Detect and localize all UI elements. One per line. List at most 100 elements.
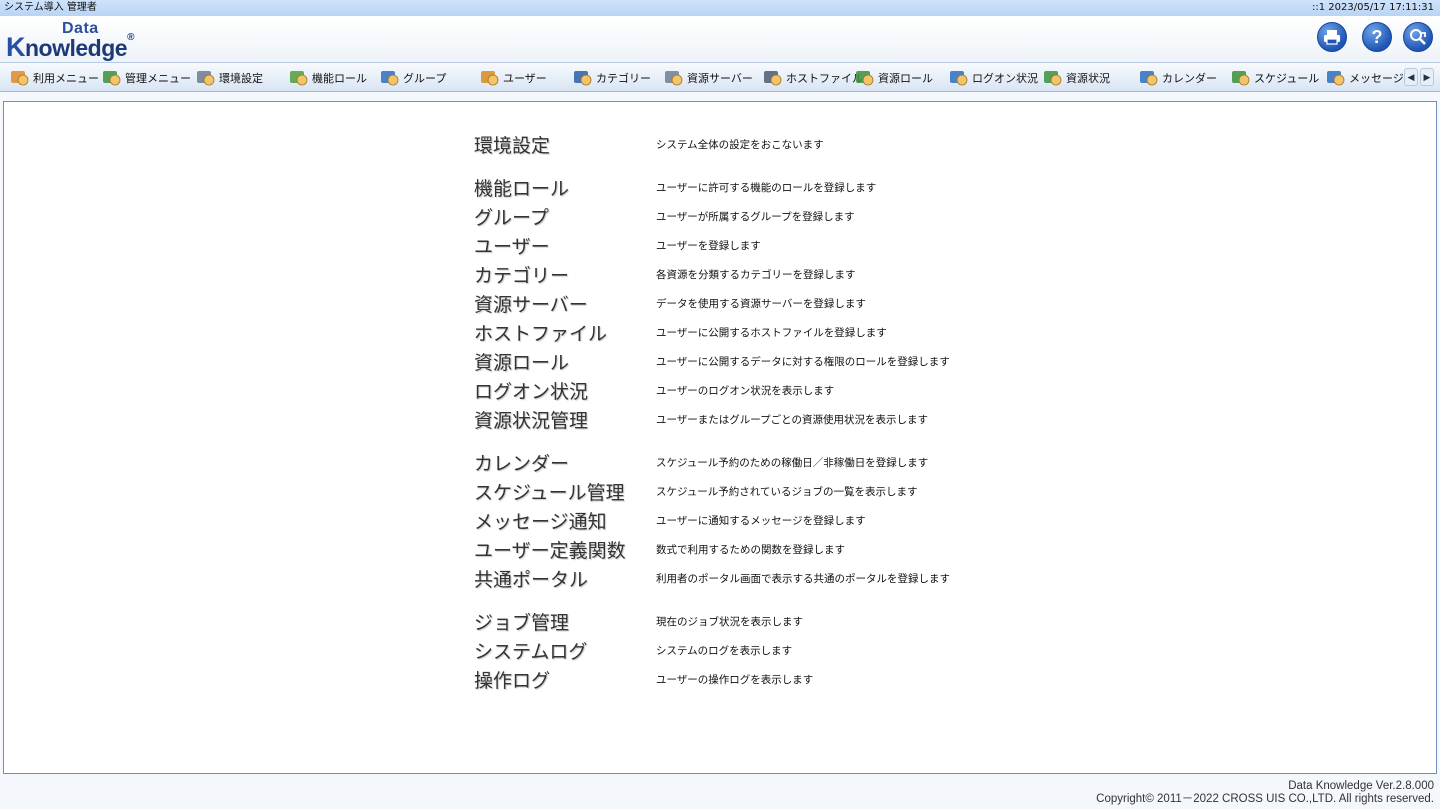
menu-item-link[interactable]: ユーザー定義関数 bbox=[474, 536, 656, 563]
toolbar-item[interactable]: グループ bbox=[380, 66, 446, 90]
schedule-icon bbox=[1231, 69, 1251, 87]
menu-item-description: システム全体の設定をおこないます bbox=[656, 139, 824, 151]
menu-item-link[interactable]: システムログ bbox=[474, 637, 656, 664]
menu-item-link[interactable]: 環境設定 bbox=[474, 131, 656, 158]
menu-item-link[interactable]: スケジュール管理 bbox=[474, 478, 656, 505]
toolbar-item[interactable]: 環境設定 bbox=[196, 66, 263, 90]
toolbar-item-label: メッセージ bbox=[1349, 72, 1404, 85]
menu-item-description: ユーザーの操作ログを表示します bbox=[656, 674, 814, 686]
menu-item[interactable]: 機能ロール ユーザーに許可する機能のロールを登録します bbox=[474, 173, 876, 202]
host-file-icon bbox=[763, 69, 783, 87]
scroll-right-button[interactable]: ▶ bbox=[1420, 68, 1434, 86]
menu-item[interactable]: カレンダー スケジュール予約のための稼働日／非稼働日を登録します bbox=[474, 448, 928, 477]
toolbar-item[interactable]: 管理メニュー bbox=[102, 66, 191, 90]
toolbar-item-label: カレンダー bbox=[1162, 72, 1217, 85]
user-icon bbox=[480, 69, 500, 87]
menu-item-description: ユーザーが所属するグループを登録します bbox=[656, 211, 855, 223]
menu-item-description: ユーザーまたはグループごとの資源使用状況を表示します bbox=[656, 414, 929, 426]
menu-item[interactable]: 資源状況管理 ユーザーまたはグループごとの資源使用状況を表示します bbox=[474, 405, 928, 434]
menu-item-link[interactable]: 資源サーバー bbox=[474, 290, 656, 317]
menu-item[interactable]: ログオン状況 ユーザーのログオン状況を表示します bbox=[474, 376, 834, 405]
scroll-left-button[interactable]: ◀ bbox=[1404, 68, 1418, 86]
menu-item-link[interactable]: 共通ポータル bbox=[474, 565, 656, 592]
toolbar-item-label: 資源ロール bbox=[878, 72, 933, 85]
menu-item[interactable]: システムログ システムのログを表示します bbox=[474, 636, 792, 665]
menu-item-link[interactable]: カレンダー bbox=[474, 449, 656, 476]
menu-item-description: 各資源を分類するカテゴリーを登録します bbox=[656, 269, 856, 281]
menu-item-description: ユーザーに通知するメッセージを登録します bbox=[656, 515, 866, 527]
menu-item-link[interactable]: カテゴリー bbox=[474, 261, 656, 288]
menu-item-link[interactable]: ユーザー bbox=[474, 232, 656, 259]
data-knowledge-logo: Data Knowledge® bbox=[6, 20, 156, 62]
toolbar-item-label: 機能ロール bbox=[312, 72, 367, 85]
toolbar-item-label: 資源状況 bbox=[1066, 72, 1110, 85]
logout-icon bbox=[1410, 29, 1426, 45]
menu-item[interactable]: 資源サーバー データを使用する資源サーバーを登録します bbox=[474, 289, 866, 318]
toolbar-item[interactable]: メッセージ bbox=[1326, 66, 1404, 90]
toolbar-item[interactable]: 利用メニュー bbox=[10, 66, 99, 90]
menu-item-link[interactable]: メッセージ通知 bbox=[474, 507, 656, 534]
menu-item[interactable]: スケジュール管理 スケジュール予約されているジョブの一覧を表示します bbox=[474, 477, 917, 506]
group-icon bbox=[380, 69, 400, 87]
menu-item[interactable]: 環境設定 システム全体の設定をおこないます bbox=[474, 130, 824, 159]
menu-item[interactable]: 共通ポータル 利用者のポータル画面で表示する共通のポータルを登録します bbox=[474, 564, 950, 593]
logon-status-icon bbox=[949, 69, 969, 87]
toolbar-item-label: カテゴリー bbox=[596, 72, 651, 85]
toolbar-item-label: 管理メニュー bbox=[125, 72, 191, 85]
menu-item-description: スケジュール予約のための稼働日／非稼働日を登録します bbox=[656, 457, 929, 469]
toolbar-item[interactable]: ログオン状況 bbox=[949, 66, 1038, 90]
menu-item-link[interactable]: 資源ロール bbox=[474, 348, 656, 375]
category-icon bbox=[573, 69, 593, 87]
admin-menu-panel: 環境設定 システム全体の設定をおこないます 機能ロール ユーザーに許可する機能のロール… bbox=[3, 101, 1437, 774]
toolbar-item-label: スケジュール bbox=[1254, 72, 1320, 85]
menu-item-description: ユーザーに公開するホストファイルを登録します bbox=[656, 327, 887, 339]
status-bar: システム導入 管理者 ::1 2023/05/17 17:11:31 bbox=[0, 0, 1440, 16]
admin-menu-icon bbox=[102, 69, 122, 87]
toolbar-item-label: グループ bbox=[403, 72, 447, 85]
menu-item[interactable]: 資源ロール ユーザーに公開するデータに対する権限のロールを登録します bbox=[474, 347, 950, 376]
toolbar-scroll: ◀ ▶ bbox=[1404, 68, 1434, 86]
menu-item[interactable]: メッセージ通知 ユーザーに通知するメッセージを登録します bbox=[474, 506, 866, 535]
menu-item-link[interactable]: ホストファイル bbox=[474, 319, 656, 346]
menu-item[interactable]: ユーザー ユーザーを登録します bbox=[474, 231, 761, 260]
toolbar-item[interactable]: 資源ロール bbox=[855, 66, 933, 90]
toolbar-item-label: 環境設定 bbox=[219, 72, 263, 85]
menu-item-description: ユーザーに公開するデータに対する権限のロールを登録します bbox=[656, 356, 950, 368]
menu-item-link[interactable]: 資源状況管理 bbox=[474, 406, 656, 433]
settings-gear-icon bbox=[196, 69, 216, 87]
toolbar-item[interactable]: カテゴリー bbox=[573, 66, 651, 90]
main-toolbar: ◀ ▶ 利用メニュー 管理メニュー 環境設定 機能ロール グループ ユーザー カテゴリー 資源… bbox=[0, 62, 1440, 92]
toolbar-item[interactable]: 機能ロール bbox=[289, 66, 367, 90]
function-role-icon bbox=[289, 69, 309, 87]
menu-item-description: 利用者のポータル画面で表示する共通のポータルを登録します bbox=[656, 573, 950, 585]
print-button[interactable] bbox=[1317, 22, 1347, 52]
server-clock: ::1 2023/05/17 17:11:31 bbox=[1311, 2, 1434, 13]
resource-status-icon bbox=[1043, 69, 1063, 87]
user-menu-icon bbox=[10, 69, 30, 87]
resource-role-icon bbox=[855, 69, 875, 87]
menu-item-link[interactable]: ログオン状況 bbox=[474, 377, 656, 404]
toolbar-item[interactable]: ユーザー bbox=[480, 66, 547, 90]
toolbar-item[interactable]: 資源サーバー bbox=[664, 66, 753, 90]
menu-item[interactable]: ジョブ管理 現在のジョブ状況を表示します bbox=[474, 607, 803, 636]
menu-item-link[interactable]: グループ bbox=[474, 203, 656, 230]
toolbar-item[interactable]: スケジュール bbox=[1231, 66, 1319, 90]
menu-item-description: ユーザーに許可する機能のロールを登録します bbox=[656, 182, 877, 194]
menu-item[interactable]: ユーザー定義関数 数式で利用するための関数を登録します bbox=[474, 535, 845, 564]
menu-item[interactable]: ホストファイル ユーザーに公開するホストファイルを登録します bbox=[474, 318, 887, 347]
menu-item[interactable]: 操作ログ ユーザーの操作ログを表示します bbox=[474, 665, 813, 694]
toolbar-item[interactable]: カレンダー bbox=[1139, 66, 1217, 90]
help-button[interactable]: ? bbox=[1362, 22, 1392, 52]
menu-item-link[interactable]: 操作ログ bbox=[474, 666, 656, 693]
menu-item-description: 数式で利用するための関数を登録します bbox=[656, 544, 845, 556]
menu-item[interactable]: グループ ユーザーが所属するグループを登録します bbox=[474, 202, 855, 231]
toolbar-item[interactable]: ホストファイル bbox=[763, 66, 863, 90]
menu-item-link[interactable]: 機能ロール bbox=[474, 174, 656, 201]
copyright-text: Copyright© 2011－2022 CROSS UIS CO.,LTD. … bbox=[1096, 793, 1434, 805]
logout-button[interactable] bbox=[1403, 22, 1433, 52]
app-header: Data Knowledge® ? bbox=[0, 16, 1440, 62]
menu-item-link[interactable]: ジョブ管理 bbox=[474, 608, 656, 635]
menu-item[interactable]: カテゴリー 各資源を分類するカテゴリーを登録します bbox=[474, 260, 856, 289]
toolbar-item[interactable]: 資源状況 bbox=[1043, 66, 1110, 90]
menu-item-description: ユーザーのログオン状況を表示します bbox=[656, 385, 835, 397]
